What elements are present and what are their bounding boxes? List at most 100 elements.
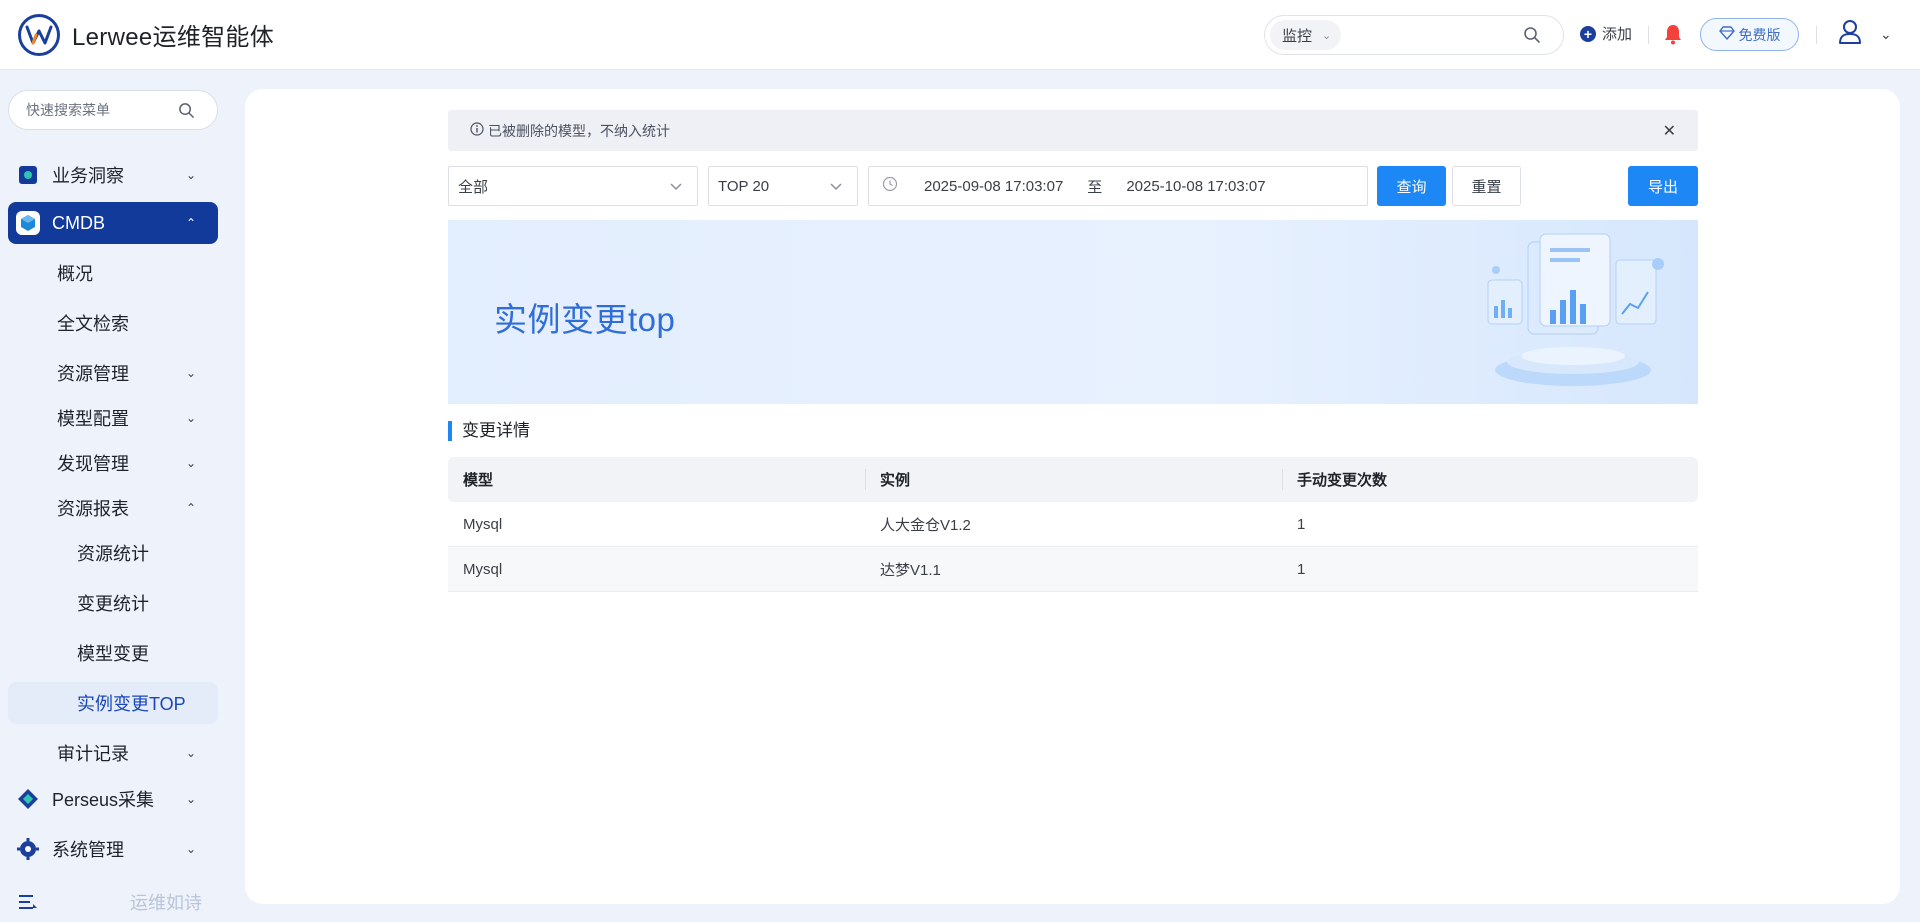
sidebar: 快速搜索菜单 业务洞察 ⌄ CMDB ⌃ 概况 全文检索 资源管理 ⌄ 模型配置… [0, 71, 230, 922]
diamond-icon [1718, 26, 1735, 43]
column-header-instance[interactable]: 实例 [865, 457, 1282, 502]
table-row[interactable]: Mysql 人大金仓V1.2 1 [448, 502, 1698, 547]
chevron-down-icon[interactable]: ⌄ [1880, 26, 1892, 43]
chevron-down-icon: ⌄ [185, 168, 196, 182]
sidebar-item-resource-stats[interactable]: 资源统计 [8, 532, 218, 574]
date-range-picker[interactable]: 2025-09-08 17:03:07 至 2025-10-08 17:03:0… [868, 166, 1368, 206]
cmdb-cube-icon [16, 211, 40, 235]
plus-circle-icon: + [1580, 25, 1596, 42]
app-title: Lerwee运维智能体 [72, 24, 275, 51]
sidebar-item-model-config[interactable]: 模型配置 ⌄ [8, 397, 218, 439]
chevron-up-icon: ⌃ [185, 501, 196, 515]
info-alert: 已被删除的模型，不纳入统计 ✕ [448, 110, 1698, 151]
sidebar-item-perseus[interactable]: Perseus采集 ⌄ [8, 778, 218, 820]
export-button[interactable]: 导出 [1628, 166, 1698, 206]
chevron-down-icon: ⌄ [185, 366, 196, 380]
sidebar-item-label: CMDB [52, 212, 105, 233]
logo[interactable]: Lerwee运维智能体 [18, 13, 275, 56]
chevron-down-icon [669, 179, 683, 197]
menu-search-input[interactable]: 快速搜索菜单 [8, 90, 218, 130]
divider [1816, 26, 1817, 44]
divider [1648, 26, 1649, 44]
date-separator: 至 [1087, 178, 1103, 196]
sidebar-item-resource-reports[interactable]: 资源报表 ⌃ [8, 487, 218, 529]
cell-change-count: 1 [1297, 560, 1306, 578]
search-scope-select[interactable]: 监控 ⌄ [1270, 20, 1342, 50]
change-detail-table: 模型 实例 手动变更次数 Mysql 人大金仓V1.2 1 Mysql 达梦V1… [448, 457, 1698, 592]
top-header: Lerwee运维智能体 监控 ⌄ + 添加 免费版 ⌄ [0, 0, 1920, 70]
banner-title: 实例变更top [494, 301, 676, 338]
sidebar-item-cmdb[interactable]: CMDB ⌃ [8, 202, 218, 244]
sidebar-item-label: 业务洞察 [52, 166, 124, 186]
search-icon[interactable] [178, 102, 195, 122]
sidebar-item-label: 审计记录 [57, 744, 129, 764]
chevron-up-icon: ⌃ [185, 216, 196, 230]
model-select-value: 全部 [458, 178, 489, 196]
alert-text: 已被删除的模型，不纳入统计 [488, 122, 670, 139]
page-banner: 实例变更top [448, 220, 1698, 404]
sidebar-item-label: 系统管理 [52, 840, 124, 860]
chevron-down-icon: ⌄ [185, 842, 196, 856]
table-header: 模型 实例 手动变更次数 [448, 457, 1698, 502]
sidebar-item-overview[interactable]: 概况 [8, 252, 218, 294]
sidebar-item-system-management[interactable]: 系统管理 ⌄ [8, 828, 218, 870]
user-icon[interactable] [1838, 19, 1862, 50]
global-search[interactable]: 监控 ⌄ [1264, 15, 1564, 55]
section-title: 变更详情 [448, 421, 530, 441]
cell-model: Mysql [463, 515, 503, 533]
footer-slogan: 运维如诗 [130, 893, 202, 913]
sidebar-item-model-change[interactable]: 模型变更 [8, 632, 218, 674]
free-plan-button[interactable]: 免费版 [1700, 18, 1799, 51]
sidebar-item-discovery-management[interactable]: 发现管理 ⌄ [8, 442, 218, 484]
table-row[interactable]: Mysql 达梦V1.1 1 [448, 547, 1698, 592]
chevron-down-icon: ⌄ [185, 746, 196, 760]
cell-instance: 达梦V1.1 [880, 561, 941, 579]
sidebar-item-label: 资源统计 [77, 544, 149, 564]
business-insight-icon [16, 163, 40, 187]
lerwee-logo-icon [18, 13, 60, 56]
sidebar-item-label: 资源管理 [57, 364, 129, 384]
sidebar-item-label: 模型变更 [77, 644, 149, 664]
chevron-down-icon: ⌄ [185, 411, 196, 425]
sidebar-item-resource-management[interactable]: 资源管理 ⌄ [8, 352, 218, 394]
filter-bar: 全部 TOP 20 2025-09-08 17:03:07 至 2025-10-… [448, 166, 1698, 206]
sidebar-item-label: 实例变更TOP [77, 694, 186, 714]
sidebar-item-fulltext-search[interactable]: 全文检索 [8, 302, 218, 344]
sidebar-item-label: 全文检索 [57, 314, 129, 334]
sidebar-collapse-bar[interactable]: 运维如诗 [18, 889, 218, 915]
sidebar-item-label: Perseus采集 [52, 790, 155, 810]
sidebar-item-label: 发现管理 [57, 454, 129, 474]
sidebar-item-label: 变更统计 [77, 594, 149, 614]
date-end[interactable]: 2025-10-08 17:03:07 [1126, 178, 1265, 195]
chevron-down-icon: ⌄ [185, 792, 196, 806]
chevron-down-icon [829, 179, 843, 197]
cell-model: Mysql [463, 560, 503, 578]
sidebar-item-instance-change-top[interactable]: 实例变更TOP [8, 682, 218, 724]
date-start[interactable]: 2025-09-08 17:03:07 [924, 178, 1063, 195]
sidebar-item-audit-log[interactable]: 审计记录 ⌄ [8, 732, 218, 774]
add-label: 添加 [1602, 26, 1633, 43]
main-panel: 已被删除的模型，不纳入统计 ✕ 全部 TOP 20 2025-09-08 17:… [245, 89, 1900, 904]
sidebar-item-business-insight[interactable]: 业务洞察 ⌄ [8, 154, 218, 196]
top-count-select[interactable]: TOP 20 [708, 166, 858, 206]
search-scope-label: 监控 [1282, 27, 1313, 45]
bell-icon[interactable] [1663, 23, 1683, 50]
perseus-icon [16, 787, 40, 811]
model-select[interactable]: 全部 [448, 166, 698, 206]
column-header-manual-change-count[interactable]: 手动变更次数 [1282, 457, 1698, 502]
add-button[interactable]: + 添加 [1580, 23, 1632, 44]
cell-instance: 人大金仓V1.2 [880, 516, 971, 534]
close-icon[interactable]: ✕ [1663, 121, 1676, 141]
menu-search-placeholder: 快速搜索菜单 [26, 102, 110, 118]
cell-change-count: 1 [1297, 515, 1306, 533]
clock-icon [882, 176, 898, 196]
analytics-illustration [1487, 233, 1664, 386]
sidebar-item-label: 模型配置 [57, 409, 129, 429]
menu-collapse-icon[interactable] [18, 893, 38, 911]
reset-button[interactable]: 重置 [1452, 166, 1521, 206]
sidebar-item-change-stats[interactable]: 变更统计 [8, 582, 218, 624]
search-icon[interactable] [1523, 26, 1541, 49]
free-plan-label: 免费版 [1738, 26, 1781, 43]
column-header-model[interactable]: 模型 [448, 457, 865, 502]
query-button[interactable]: 查询 [1377, 166, 1446, 206]
